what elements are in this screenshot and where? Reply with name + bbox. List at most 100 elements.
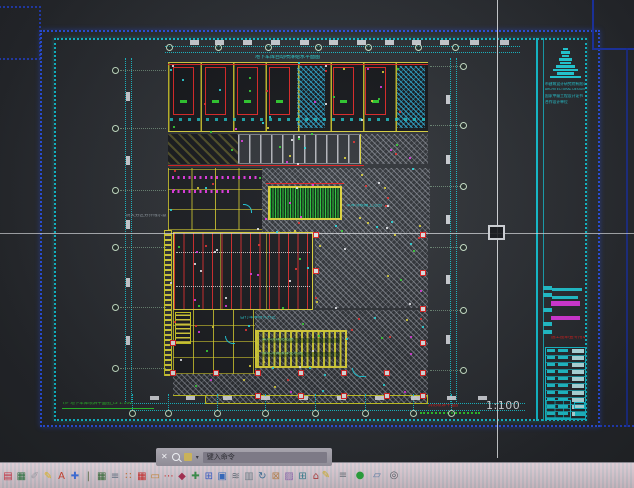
layer-table-icon[interactable]: ▦ [15,470,27,483]
folder-icon[interactable]: ▱ [371,469,383,482]
plan-speckle [298,62,300,64]
column-marker [298,370,304,376]
table-cell-label [558,356,568,359]
insert-grid-icon[interactable]: ⊞ [203,470,215,483]
sketch-icon[interactable]: ✎ [42,470,54,483]
plan-speckle [170,69,172,71]
wall-hatch-icon[interactable]: ▨ [283,470,295,483]
hatch-icon[interactable]: ▥ [243,470,255,483]
table-cell-value [572,363,584,367]
viewport-icon[interactable]: ▣ [216,470,228,483]
plan-speckle [335,225,337,227]
table-cell-label [547,370,555,373]
firm-logo-bar [550,76,581,79]
plan-speckle [318,335,320,337]
command-bar[interactable]: ✕ ▾ 键入命令 [156,448,332,466]
firm-line-2: ARCHITECTURAL DESIGN INSTITUTE [545,88,585,91]
move-icon[interactable]: ✚ [69,470,81,483]
firm-logo-bar [553,69,578,72]
plan-bottom-note: 自行车库防火分区 [240,316,326,321]
rotate-icon[interactable]: ↻ [256,470,268,483]
align-icon[interactable]: ≡ [109,470,121,483]
left-dim-line-1 [125,58,126,402]
plan-speckle [378,182,380,184]
dim-text [271,40,280,45]
plan-speckle [391,221,393,223]
plan-speckle [302,323,304,325]
axis-ext-line [430,125,460,126]
plan-left-wall [164,230,172,376]
axis-bubble [460,183,467,190]
column-marker [384,393,390,399]
find-icon[interactable]: ◎ [388,469,400,482]
plan-speckle [299,366,301,368]
image-ref-icon[interactable]: ▭ [149,470,161,483]
text-style-icon[interactable]: A [56,470,68,483]
dim-points-icon[interactable]: ⋯ [163,470,175,483]
axis-bubble [460,307,467,314]
plan-speckle [346,338,348,340]
sheet-no-box [574,402,585,409]
axis-ext-line [430,370,460,371]
table-icon[interactable]: ▦ [96,470,108,483]
plan-speckle [291,139,293,141]
plan-speckle [219,89,221,91]
plan-pool [268,186,342,220]
polyline-icon[interactable]: ≋ [230,470,242,483]
column-marker [341,370,347,376]
axis-bubble [460,244,467,251]
dropdown-arrow-icon[interactable]: ▾ [196,454,199,461]
axis-bubble [460,63,467,70]
search-icon[interactable] [172,453,180,461]
cyan-fixture-row [170,118,426,121]
dim-text [478,396,487,400]
plan-rooms-left-of-ramp [168,134,238,164]
dim-text [126,156,130,165]
close-icon[interactable]: ✕ [161,453,168,461]
add-icon[interactable]: ✚ [189,470,201,483]
table-cell-label [547,363,555,366]
plan-speckle [312,350,314,352]
plan-speckle [279,146,281,148]
layers-icon[interactable]: ▤ [2,470,14,483]
list-icon[interactable]: ≡ [337,469,349,482]
unit-valve [340,100,347,103]
axis-bubble [166,44,173,51]
plan-speckle [324,374,326,376]
dim-text [440,40,449,45]
door-icon[interactable]: ⊠ [270,470,282,483]
column-marker [420,340,426,346]
plan-speckle [351,329,353,331]
unit-valve [276,100,283,103]
erase-icon[interactable]: ✐ [29,470,41,483]
plan-speckle [361,119,363,121]
title-block-stamp: 施工图审查专用章 [551,336,585,341]
annotate-icon[interactable]: ✎ [320,469,332,482]
dim-text [215,40,224,45]
line-icon[interactable]: | [82,470,94,483]
plan-speckle [344,248,346,250]
plan-speckle [409,157,411,159]
firm-line-4: 合作设计单位 [545,100,585,104]
grid-icon[interactable]: ▦ [136,470,148,483]
plan-speckle [325,103,327,105]
plan-speckle [289,280,291,282]
plan-speckle [335,307,337,309]
status-ok-icon[interactable]: ● [354,469,366,482]
cad-viewport[interactable]: 集水坑详见结施 排水沟做法详见水施 地下车库自动喷淋给水平面图 防火分区分界线示… [0,0,634,488]
window-icon[interactable]: ⊞ [297,470,309,483]
plan-speckle [265,218,267,220]
plan-hatch-right-of-ramp [360,134,428,164]
points-icon[interactable]: ∷ [123,470,135,483]
titleblock-row-stub [543,308,552,312]
plan-speckle [386,227,388,229]
titleblock-row-stub [543,286,552,290]
plan-speckle [371,100,373,102]
command-input[interactable]: 键入命令 [203,452,327,463]
plan-speckle [296,187,298,189]
customize-icon[interactable] [184,453,192,461]
plan-speckle [197,187,199,189]
column-marker [213,370,219,376]
dim-text [300,40,309,45]
block-icon[interactable]: ◆ [176,470,188,483]
